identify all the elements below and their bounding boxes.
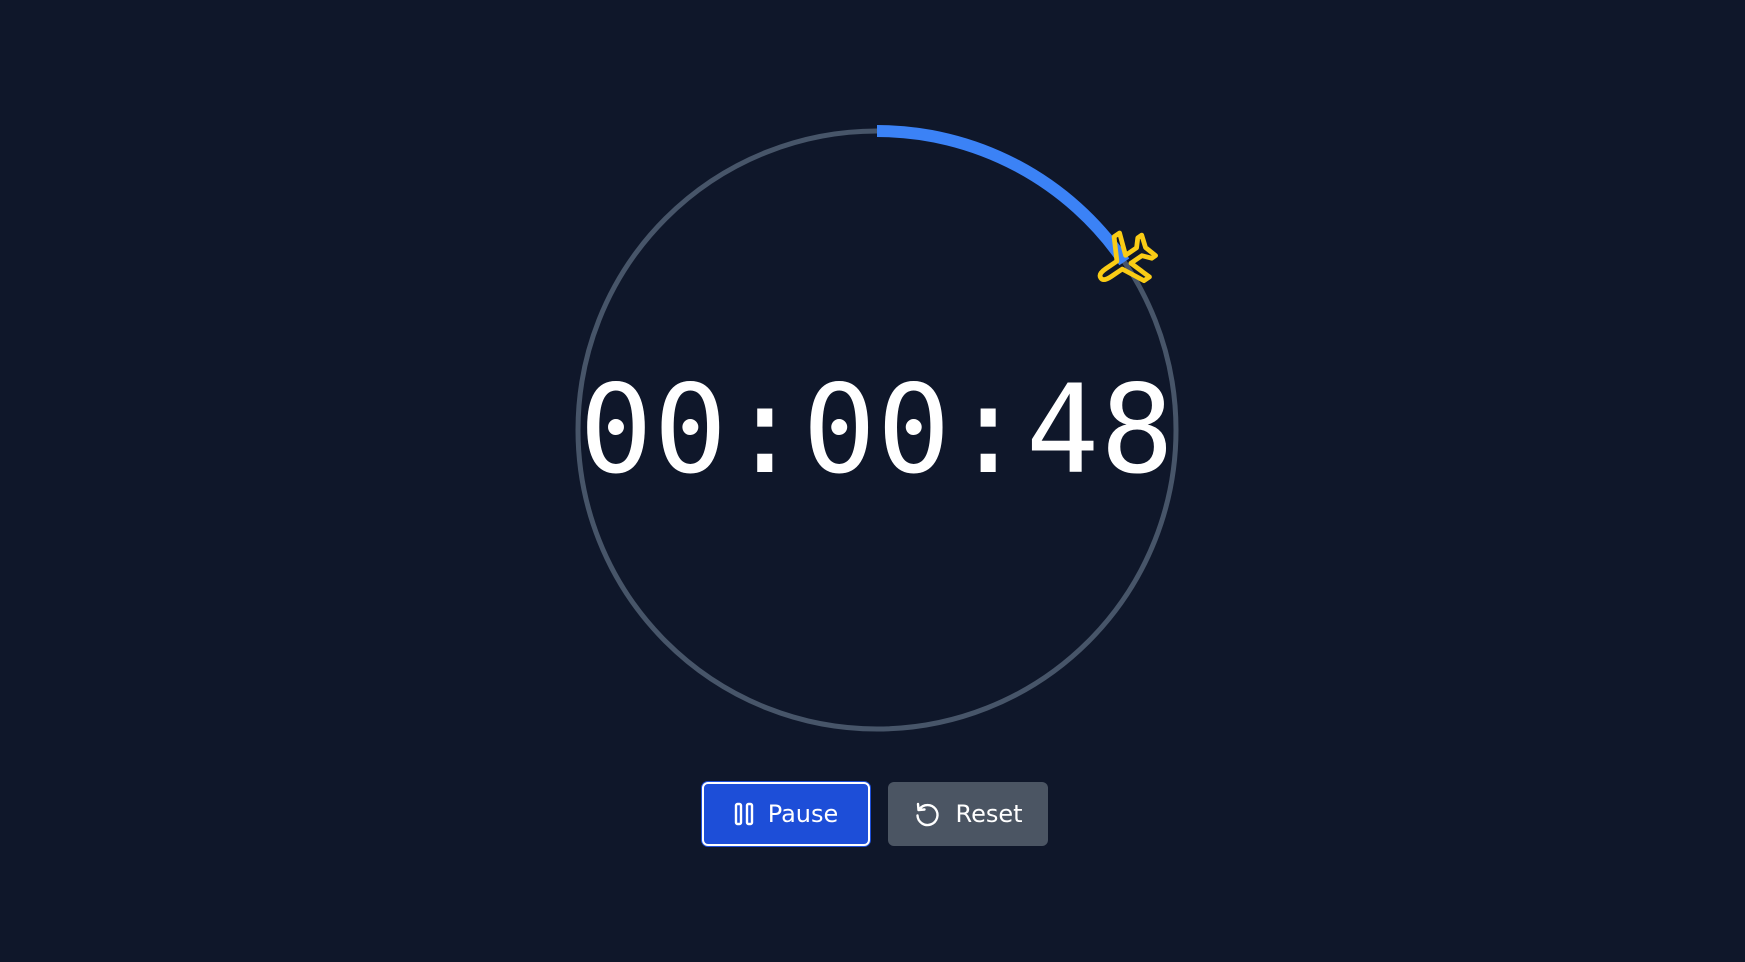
pause-button-label: Pause	[767, 800, 839, 828]
pause-button[interactable]: Pause	[702, 782, 870, 846]
timer-controls: Pause Reset	[702, 782, 1048, 846]
timer-screen: 00:00:48 Pause Reset	[0, 0, 1745, 962]
progress-arc	[876, 125, 1130, 266]
reset-button[interactable]: Reset	[888, 782, 1048, 846]
elapsed-time-display: 00:00:48	[579, 359, 1175, 501]
reset-button-label: Reset	[955, 800, 1023, 828]
pause-icon	[734, 802, 754, 826]
reset-icon	[913, 800, 941, 828]
